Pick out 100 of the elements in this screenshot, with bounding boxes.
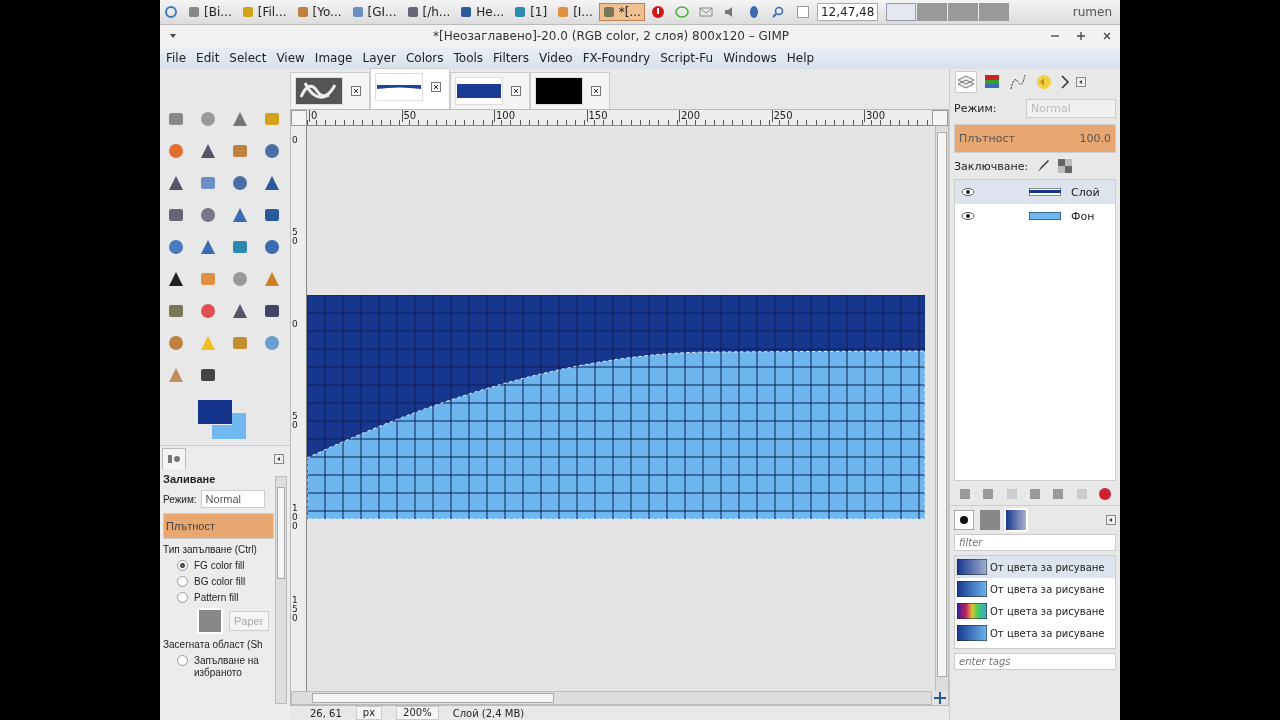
quick-mask-button[interactable] <box>291 110 307 126</box>
chevron-right-icon[interactable] <box>1060 75 1070 89</box>
scrollbar[interactable] <box>291 691 932 705</box>
app-icon <box>351 6 364 18</box>
taskbar-button[interactable]: *[... <box>598 3 645 21</box>
image-tab[interactable] <box>370 68 450 109</box>
ruler-label: 200 <box>679 110 701 122</box>
eye-icon[interactable] <box>961 187 975 197</box>
tags-field[interactable]: enter tags <box>954 653 1116 670</box>
workspace-pager[interactable] <box>886 3 1010 21</box>
menu-item[interactable]: FX-Foundry <box>582 51 651 65</box>
background-color-swatch[interactable] <box>212 413 246 439</box>
taskbar-button[interactable]: [I... <box>553 3 597 21</box>
maximize-icon[interactable] <box>1076 31 1086 41</box>
layer-action-icon[interactable] <box>981 487 996 501</box>
eye-icon[interactable] <box>961 211 975 221</box>
tool-icon <box>199 334 217 352</box>
filter-field[interactable]: filter <box>954 534 1116 551</box>
configure-icon[interactable] <box>274 453 284 464</box>
close-icon[interactable] <box>1102 31 1112 41</box>
tool-icon <box>167 366 185 384</box>
undo-history-tab[interactable] <box>1034 72 1054 92</box>
brush-icon[interactable] <box>1036 159 1051 173</box>
menu-item[interactable]: Help <box>786 51 815 65</box>
radio-option[interactable]: Запълване на избраното <box>163 655 274 679</box>
gradient-item[interactable]: От цвета за рисуване <box>955 578 1115 600</box>
zoom-dropdown[interactable]: 200% <box>396 706 439 720</box>
layer-action-icon[interactable] <box>958 487 972 501</box>
gradient-item[interactable]: От цвета за рисуване <box>955 622 1115 644</box>
ruler-label: 0 <box>292 320 298 329</box>
taskbar-button[interactable]: [Fil... <box>237 3 291 21</box>
mail-icon[interactable] <box>698 5 713 19</box>
menu-item[interactable]: Layer <box>362 51 396 65</box>
image-tab[interactable] <box>530 72 610 109</box>
configure-icon[interactable] <box>1076 77 1086 87</box>
brushes-tab[interactable] <box>954 510 974 530</box>
layer-row[interactable]: Фон <box>955 204 1115 228</box>
menu-item[interactable]: Tools <box>453 51 484 65</box>
close-icon[interactable] <box>511 86 521 96</box>
image-tab[interactable] <box>450 72 530 109</box>
foreground-color-swatch[interactable] <box>198 400 232 424</box>
gradient-item[interactable]: От цвета за рисуване <box>955 556 1115 578</box>
scrollbar[interactable] <box>275 476 287 704</box>
tool-options-tab[interactable] <box>162 448 186 469</box>
zoom-button[interactable] <box>932 110 948 126</box>
taskbar-button[interactable]: He... <box>456 3 509 21</box>
layer-action-icon[interactable] <box>1028 487 1042 501</box>
tool-icon <box>167 110 185 128</box>
menu-item[interactable]: Edit <box>196 51 220 65</box>
opacity-slider[interactable]: Плътност 100.0 <box>954 124 1116 153</box>
mode-label: Режим: <box>163 493 197 505</box>
close-icon[interactable] <box>591 86 601 96</box>
radio-option[interactable]: FG color fill <box>163 560 274 571</box>
menu-item[interactable]: Script-Fu <box>660 51 714 65</box>
navigate-icon[interactable] <box>934 692 946 704</box>
tool-icon <box>263 206 281 224</box>
gradient-item[interactable]: От цвета за рисуване <box>955 600 1115 622</box>
unit-dropdown[interactable]: px <box>355 706 383 720</box>
opacity-slider[interactable]: Плътност <box>163 513 274 539</box>
menu-item[interactable]: Image <box>314 51 353 65</box>
checkerboard-icon[interactable] <box>1058 159 1073 173</box>
image-tab[interactable] <box>290 72 370 109</box>
layer-action-icon[interactable] <box>1051 487 1066 501</box>
layer-row[interactable]: Слой <box>955 180 1115 204</box>
scrollbar[interactable] <box>935 126 948 691</box>
pattern-preview[interactable] <box>197 608 223 634</box>
taskbar-button[interactable]: [/h... <box>402 3 455 21</box>
taskbar-button[interactable]: [GI... <box>347 3 401 21</box>
stop-icon[interactable] <box>650 5 665 19</box>
menu-item[interactable]: File <box>166 51 187 65</box>
taskbar-button[interactable]: [Bi... <box>184 3 236 21</box>
image-thumbnail <box>375 73 423 101</box>
layers-tab[interactable] <box>956 72 976 92</box>
app-icon <box>406 6 419 18</box>
configure-icon[interactable] <box>1106 515 1116 525</box>
gradient-swatch <box>957 625 987 641</box>
menu-item[interactable]: Video <box>539 51 573 65</box>
status-message: Слой (2,4 MB) <box>452 707 525 719</box>
menu-item[interactable]: Select <box>229 51 267 65</box>
taskbar-button[interactable]: [Yo... <box>292 3 346 21</box>
menu-icon[interactable] <box>164 5 178 19</box>
close-icon[interactable] <box>431 82 441 92</box>
paths-tab[interactable] <box>1008 72 1028 92</box>
tool-icon <box>263 302 281 320</box>
tool-icon <box>167 142 185 160</box>
layer-action-icon[interactable] <box>1097 487 1112 501</box>
menu-item[interactable]: Windows <box>723 51 777 65</box>
magnifier-icon[interactable] <box>770 5 785 19</box>
gradients-tab[interactable] <box>1006 510 1026 530</box>
mode-dropdown[interactable]: Normal <box>200 490 265 508</box>
square-icon[interactable] <box>796 6 809 18</box>
user-name: rumen <box>1071 5 1113 19</box>
radio-option[interactable]: Pattern fill <box>163 592 274 603</box>
layer-thumbnail <box>1029 212 1061 220</box>
menu-item[interactable]: View <box>276 51 305 65</box>
menu-item[interactable]: Filters <box>493 51 530 65</box>
close-icon[interactable] <box>351 86 361 96</box>
taskbar-button[interactable]: [1] <box>510 3 552 21</box>
menu-item[interactable]: Colors <box>405 51 444 65</box>
radio-option[interactable]: BG color fill <box>163 576 274 587</box>
